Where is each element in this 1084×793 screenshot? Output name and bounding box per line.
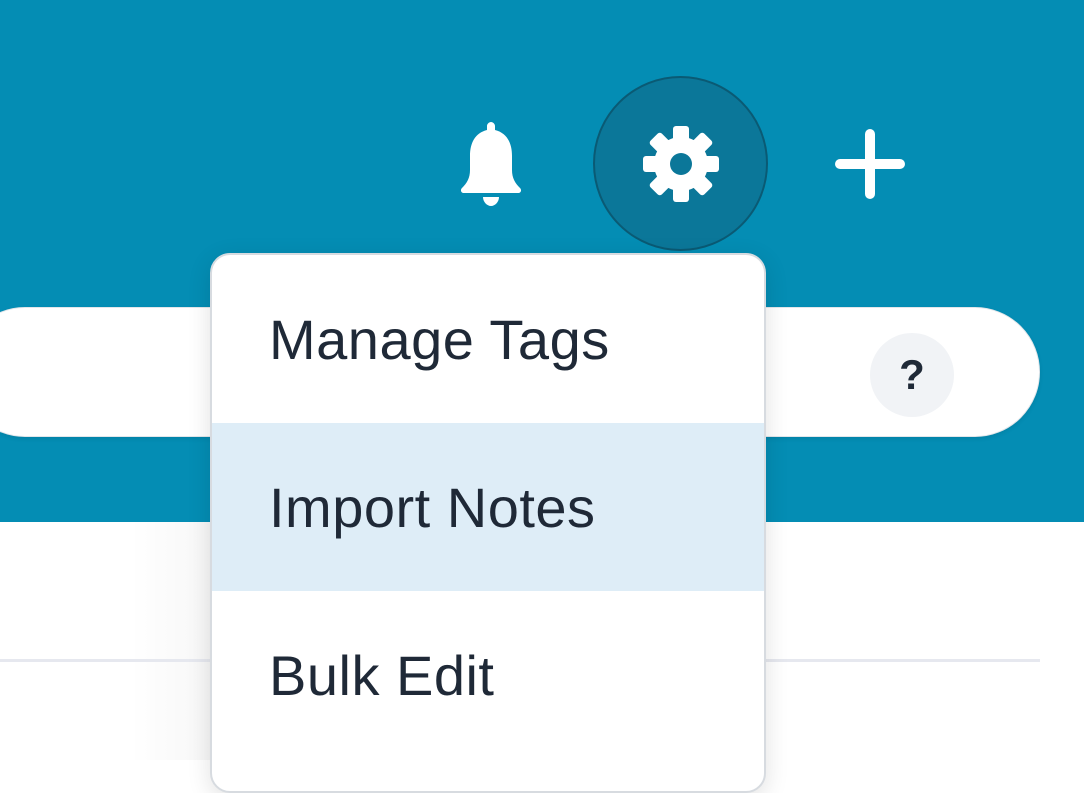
gear-icon: [642, 125, 719, 202]
menu-item-import-notes[interactable]: Import Notes: [212, 423, 764, 591]
menu-item-bulk-edit[interactable]: Bulk Edit: [212, 591, 764, 759]
settings-dropdown-menu: Manage Tags Import Notes Bulk Edit: [210, 253, 766, 793]
menu-item-label: Import Notes: [269, 475, 596, 539]
content-shadow: [130, 522, 210, 760]
notifications-button[interactable]: [445, 110, 537, 216]
bell-icon: [460, 122, 522, 206]
settings-button[interactable]: [593, 76, 768, 251]
menu-item-manage-tags[interactable]: Manage Tags: [212, 255, 764, 423]
menu-item-label: Manage Tags: [269, 307, 610, 371]
help-label: ?: [899, 351, 925, 398]
create-button[interactable]: [822, 116, 918, 212]
menu-item-label: Bulk Edit: [269, 643, 495, 707]
help-button[interactable]: ?: [870, 333, 954, 417]
plus-icon: [835, 129, 905, 199]
